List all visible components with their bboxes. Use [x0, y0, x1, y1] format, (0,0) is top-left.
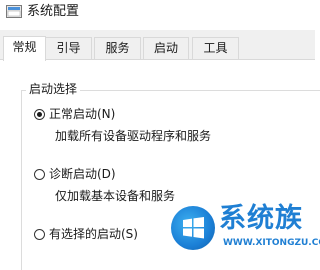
tab-general[interactable]: 常规 — [3, 36, 46, 61]
tab-strip: 常规 引导 服务 启动 工具 — [0, 36, 315, 61]
normal-startup-radio[interactable] — [34, 109, 45, 120]
windows-logo-icon — [171, 206, 215, 250]
window-title: 系统配置 — [27, 4, 80, 19]
title-bar: 系统配置 — [0, 0, 315, 30]
tab-startup[interactable]: 启动 — [143, 37, 189, 59]
watermark-title: 系统族 — [219, 203, 303, 234]
selective-startup-radio[interactable] — [34, 229, 45, 240]
selective-startup-label[interactable]: 有选择的启动(S) — [49, 226, 138, 242]
diagnostic-startup-label[interactable]: 诊断启动(D) — [49, 166, 116, 182]
startup-selection-title: 启动选择 — [26, 81, 81, 97]
diagnostic-startup-radio[interactable] — [34, 169, 45, 180]
tab-services[interactable]: 服务 — [94, 37, 141, 59]
watermark-url: WWW.XITONGZU.COM — [223, 238, 320, 248]
tab-boot[interactable]: 引导 — [45, 37, 92, 59]
normal-startup-label[interactable]: 正常启动(N) — [49, 106, 115, 122]
watermark: 系统族 WWW.XITONGZU.COM — [163, 200, 320, 259]
msconfig-icon — [6, 5, 22, 18]
diagnostic-startup-description: 仅加载基本设备和服务 — [55, 189, 176, 203]
tab-tools[interactable]: 工具 — [192, 37, 239, 59]
normal-startup-description: 加载所有设备驱动程序和服务 — [55, 129, 212, 143]
